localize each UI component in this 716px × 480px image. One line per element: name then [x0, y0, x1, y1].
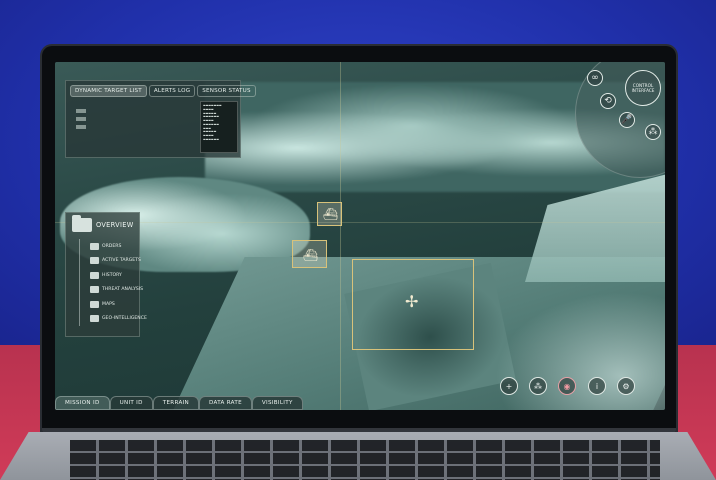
overview-header[interactable]: OVERVIEW — [66, 213, 139, 235]
bottom-tab-bar: MISSION ID UNIT ID TERRAIN DATA RATE VIS… — [55, 396, 303, 410]
share-icon[interactable]: ⟲ — [600, 93, 616, 109]
folder-icon — [90, 286, 99, 294]
helicopter-icon: ✢ — [405, 292, 419, 311]
crosshair-vertical — [340, 62, 341, 410]
network-icon[interactable]: ⁂ — [529, 377, 547, 395]
control-interface-button[interactable]: CONTROL INTERFACE — [625, 70, 661, 106]
target-panel: DYNAMIC TARGET LIST ALERTS LOG SENSOR ST… — [65, 80, 256, 158]
overview-item-label: THREAT ANALYSIS — [102, 287, 144, 293]
overview-list: ORDERS ACTIVE TARGETS HISTORY THREAT ANA… — [79, 239, 147, 327]
alert-target-icon[interactable]: ◉ — [558, 377, 576, 395]
folder-icon — [90, 242, 99, 250]
tab-terrain[interactable]: TERRAIN — [152, 396, 200, 410]
overview-panel: OVERVIEW ORDERS ACTIVE TARGETS HISTORY T… — [65, 212, 147, 337]
tab-sensor-status[interactable]: SENSOR STATUS — [197, 85, 256, 97]
tab-unit-id[interactable]: UNIT ID — [109, 396, 153, 410]
tab-dynamic-target-list[interactable]: DYNAMIC TARGET LIST — [70, 85, 147, 97]
infinity-icon[interactable]: ∞ — [587, 70, 603, 86]
glare — [495, 292, 665, 410]
folder-icon — [90, 271, 99, 279]
overview-item-label: GEO-INTELLIGENCE — [102, 316, 147, 322]
laptop-screen: ⛴ ⛴ ✢ DYNAMIC TARGET LIST ALERTS LOG SEN… — [55, 62, 665, 410]
tab-data-rate[interactable]: DATA RATE — [199, 396, 252, 410]
keyboard-key-rows — [70, 440, 660, 480]
overview-item-label: ACTIVE TARGETS — [102, 258, 141, 264]
overview-item-active-targets[interactable]: ACTIVE TARGETS — [90, 254, 141, 269]
target-box-boat-2[interactable]: ⛴ — [292, 240, 327, 268]
overview-item-label: HISTORY — [102, 272, 122, 278]
overview-item-history[interactable]: HISTORY — [90, 268, 139, 283]
overview-title: OVERVIEW — [96, 221, 134, 229]
panel-tabs: DYNAMIC TARGET LIST ALERTS LOG SENSOR ST… — [66, 81, 256, 97]
settings-icon[interactable]: ⚙ — [617, 377, 635, 395]
crosshair-horizontal — [55, 222, 665, 223]
boat-icon: ⛴ — [303, 248, 319, 262]
folder-icon — [90, 257, 99, 265]
microphone-icon[interactable]: 🎤 — [619, 112, 635, 128]
boat-icon: ⛴ — [323, 207, 339, 221]
list-row-marker[interactable] — [76, 125, 86, 129]
target-box-boat-1[interactable]: ⛴ — [317, 202, 342, 226]
overview-item-orders[interactable]: ORDERS — [90, 239, 139, 254]
data-readout: ▬▬▬▬▬▬▬ ▬▬▬▬ ▬▬▬▬▬ ▬▬▬▬▬▬ ▬▬▬▬ ▬▬▬▬▬▬ ▬▬▬ ▬▬▬▬▬… — [200, 101, 238, 153]
overview-item-maps[interactable]: MAPS — [90, 297, 139, 312]
overview-item-label: ORDERS — [102, 243, 122, 249]
list-row-marker[interactable] — [76, 117, 86, 121]
folder-icon — [72, 215, 92, 232]
tab-alerts-log[interactable]: ALERTS LOG — [148, 85, 196, 97]
add-icon[interactable]: + — [500, 377, 518, 395]
nodes-icon[interactable]: ⁂ — [645, 124, 661, 140]
list-row-marker[interactable] — [76, 109, 86, 113]
tab-visibility[interactable]: VISIBILITY — [251, 396, 303, 410]
folder-icon — [90, 300, 99, 308]
tab-mission-id[interactable]: MISSION ID — [55, 396, 110, 410]
overview-item-label: MAPS — [102, 301, 115, 307]
overview-item-geo-intelligence[interactable]: GEO-INTELLIGENCE — [90, 312, 147, 327]
target-box-helicopter[interactable]: ✢ — [352, 259, 474, 350]
overview-item-threat-analysis[interactable]: THREAT ANALYSIS — [90, 283, 143, 298]
info-icon[interactable]: i — [588, 377, 606, 395]
folder-icon — [90, 315, 99, 323]
